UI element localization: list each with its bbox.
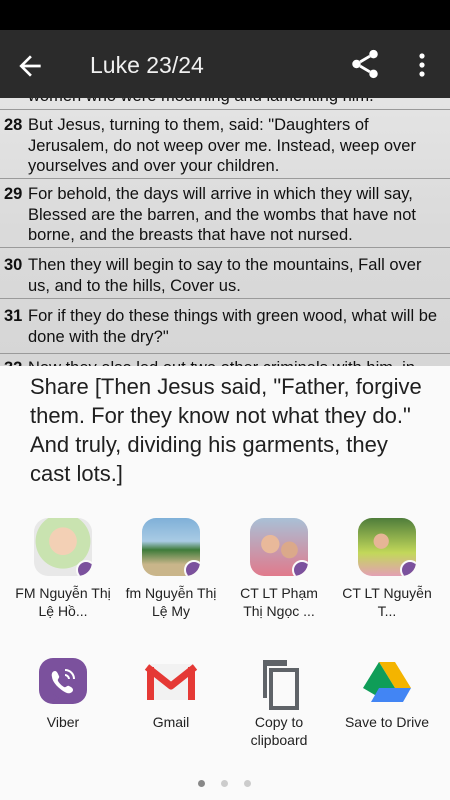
share-target-viber[interactable]: Viber — [13, 656, 113, 731]
contact-avatar-beach — [142, 518, 200, 576]
share-target-contact[interactable]: CT LT Nguyễn T... — [337, 518, 437, 620]
arrow-back-icon[interactable] — [14, 50, 46, 82]
page-dot[interactable] — [221, 780, 228, 787]
viber-badge-icon — [400, 560, 416, 576]
drive-icon — [363, 662, 411, 702]
verse-number: 30 — [4, 256, 23, 274]
verse-text: women who were mourning and lamenting hi… — [28, 98, 444, 109]
verse-number: 31 — [4, 307, 23, 325]
verse-text: Now they also led out two other criminal… — [28, 358, 444, 366]
contact-avatar-baby — [34, 518, 92, 576]
viber-badge-icon — [184, 560, 200, 576]
page-indicator — [0, 778, 450, 790]
gmail-icon — [144, 664, 198, 700]
share-icon[interactable] — [348, 46, 382, 82]
app-bar: Luke 23/24 — [0, 30, 450, 98]
share-target-contact[interactable]: fm Nguyễn Thị Lệ My — [121, 518, 221, 620]
page-dot[interactable] — [244, 780, 251, 787]
share-sheet: Share [Then Jesus said, "Father, forgive… — [0, 366, 450, 800]
verse-list: women who were mourning and lamenting hi… — [0, 98, 450, 366]
verse-row[interactable]: 30 Then they will begin to say to the mo… — [0, 255, 450, 299]
verse-row[interactable]: 32 Now they also led out two other crimi… — [0, 358, 450, 366]
app-label: Copy to clipboard — [250, 714, 308, 748]
verse-row[interactable]: 29 For behold, the days will arrive in w… — [0, 184, 450, 248]
more-vert-icon[interactable] — [412, 50, 432, 80]
contact-label: CT LT Phạm Thị Ngọc ... — [240, 585, 318, 619]
contact-label: fm Nguyễn Thị Lệ My — [125, 585, 217, 619]
share-heading: Share [Then Jesus said, "Father, forgive… — [30, 374, 422, 486]
verse-text: For if they do these things with green w… — [28, 307, 438, 346]
page-title: Luke 23/24 — [90, 52, 204, 78]
app-label: Save to Drive — [344, 714, 430, 730]
share-target-copy[interactable]: Copy to clipboard — [229, 656, 329, 749]
share-target-drive[interactable]: Save to Drive — [337, 656, 437, 731]
verse-row[interactable]: women who were mourning and lamenting hi… — [0, 98, 450, 110]
verse-number: 32 — [4, 358, 28, 366]
verse-row[interactable]: 28 But Jesus, turning to them, said: "Da… — [0, 115, 450, 179]
verse-text: But Jesus, turning to them, said: "Daugh… — [28, 116, 416, 175]
status-bar — [0, 0, 450, 30]
copy-icon — [263, 660, 299, 710]
verse-text: Then they will begin to say to the mount… — [28, 256, 422, 295]
verse-number — [4, 98, 28, 109]
page-dot[interactable] — [198, 780, 205, 787]
app-label: Gmail — [152, 714, 190, 730]
verse-number: 28 — [4, 116, 23, 134]
contact-label: CT LT Nguyễn T... — [342, 585, 432, 619]
contact-label: FM Nguyễn Thị Lệ Hồ... — [15, 585, 111, 619]
share-target-contact[interactable]: FM Nguyễn Thị Lệ Hồ... — [13, 518, 113, 620]
contact-avatar-garden — [358, 518, 416, 576]
contact-avatar-family — [250, 518, 308, 576]
share-target-gmail[interactable]: Gmail — [121, 656, 221, 731]
verse-row[interactable]: 31 For if they do these things with gree… — [0, 306, 450, 354]
viber-badge-icon — [76, 560, 92, 576]
verse-number: 29 — [4, 185, 23, 203]
verse-text: For behold, the days will arrive in whic… — [28, 185, 416, 244]
share-target-contact[interactable]: CT LT Phạm Thị Ngọc ... — [229, 518, 329, 620]
app-label: Viber — [46, 714, 80, 730]
viber-badge-icon — [292, 560, 308, 576]
viber-icon — [39, 658, 87, 704]
